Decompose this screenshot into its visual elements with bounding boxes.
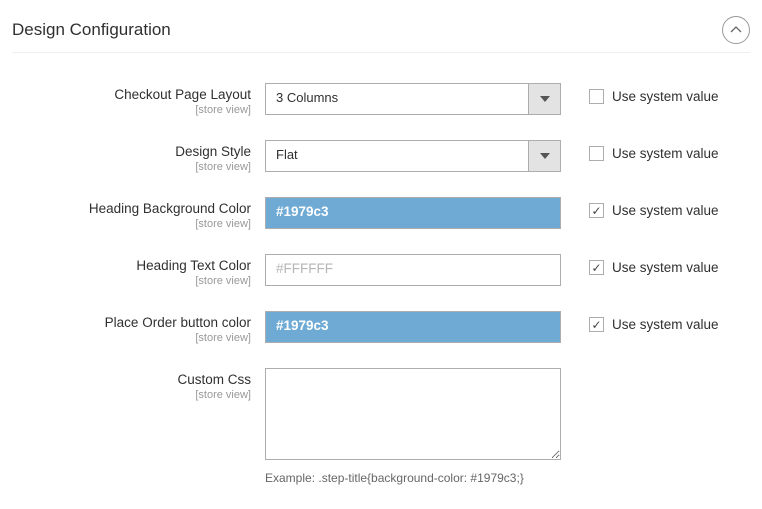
field-label: Design Style: [12, 144, 251, 159]
heading-text-color-input[interactable]: #FFFFFF: [265, 254, 561, 286]
row-place-order-button-color: Place Order button color [store view] #1…: [12, 311, 750, 344]
use-system-value-label: Use system value: [612, 89, 719, 104]
use-system-value-checkbox[interactable]: [589, 203, 604, 218]
field-label: Place Order button color: [12, 315, 251, 330]
field-label: Heading Background Color: [12, 201, 251, 216]
scope-label: [store view]: [12, 275, 251, 287]
field-col: #FFFFFF: [265, 254, 561, 286]
design-style-select[interactable]: Flat: [265, 140, 561, 172]
field-label: Custom Css: [12, 372, 251, 387]
chevron-up-icon: [730, 26, 742, 34]
heading-background-color-input[interactable]: #1979c3: [265, 197, 561, 229]
row-checkout-page-layout: Checkout Page Layout [store view] 3 Colu…: [12, 83, 750, 116]
use-system-value-checkbox[interactable]: [589, 89, 604, 104]
field-label: Heading Text Color: [12, 258, 251, 273]
system-value-col: Use system value: [561, 311, 719, 332]
scope-label: [store view]: [12, 332, 251, 344]
field-col: Example: .step-title{background-color: #…: [265, 368, 561, 485]
place-order-button-color-input[interactable]: #1979c3: [265, 311, 561, 343]
system-value-col: Use system value: [561, 197, 719, 218]
custom-css-textarea[interactable]: [265, 368, 561, 460]
label-col: Checkout Page Layout [store view]: [12, 83, 265, 116]
select-value: 3 Columns: [266, 84, 528, 114]
row-custom-css: Custom Css [store view] Example: .step-t…: [12, 368, 750, 485]
custom-css-hint: Example: .step-title{background-color: #…: [265, 471, 561, 485]
select-arrow: [528, 84, 560, 114]
label-col: Heading Background Color [store view]: [12, 197, 265, 230]
use-system-value-label: Use system value: [612, 260, 719, 275]
field-col: #1979c3: [265, 197, 561, 229]
section-title: Design Configuration: [12, 20, 171, 40]
caret-down-icon: [540, 153, 550, 159]
scope-label: [store view]: [12, 161, 251, 173]
row-heading-text-color: Heading Text Color [store view] #FFFFFF …: [12, 254, 750, 287]
config-rows: Checkout Page Layout [store view] 3 Colu…: [12, 83, 750, 485]
scope-label: [store view]: [12, 389, 251, 401]
use-system-value-checkbox[interactable]: [589, 317, 604, 332]
system-value-col: Use system value: [561, 83, 719, 104]
select-arrow: [528, 141, 560, 171]
use-system-value-label: Use system value: [612, 317, 719, 332]
use-system-value-checkbox[interactable]: [589, 146, 604, 161]
label-col: Heading Text Color [store view]: [12, 254, 265, 287]
scope-label: [store view]: [12, 104, 251, 116]
scope-label: [store view]: [12, 218, 251, 230]
field-col: Flat: [265, 140, 561, 172]
system-value-col: Use system value: [561, 140, 719, 161]
section-header: Design Configuration: [12, 16, 750, 53]
row-heading-background-color: Heading Background Color [store view] #1…: [12, 197, 750, 230]
field-label: Checkout Page Layout: [12, 87, 251, 102]
row-design-style: Design Style [store view] Flat Use syste…: [12, 140, 750, 173]
use-system-value-label: Use system value: [612, 146, 719, 161]
label-col: Design Style [store view]: [12, 140, 265, 173]
use-system-value-checkbox[interactable]: [589, 260, 604, 275]
checkout-page-layout-select[interactable]: 3 Columns: [265, 83, 561, 115]
label-col: Place Order button color [store view]: [12, 311, 265, 344]
caret-down-icon: [540, 96, 550, 102]
label-col: Custom Css [store view]: [12, 368, 265, 401]
system-value-col: Use system value: [561, 254, 719, 275]
collapse-button[interactable]: [722, 16, 750, 44]
use-system-value-label: Use system value: [612, 203, 719, 218]
select-value: Flat: [266, 141, 528, 171]
field-col: #1979c3: [265, 311, 561, 343]
field-col: 3 Columns: [265, 83, 561, 115]
